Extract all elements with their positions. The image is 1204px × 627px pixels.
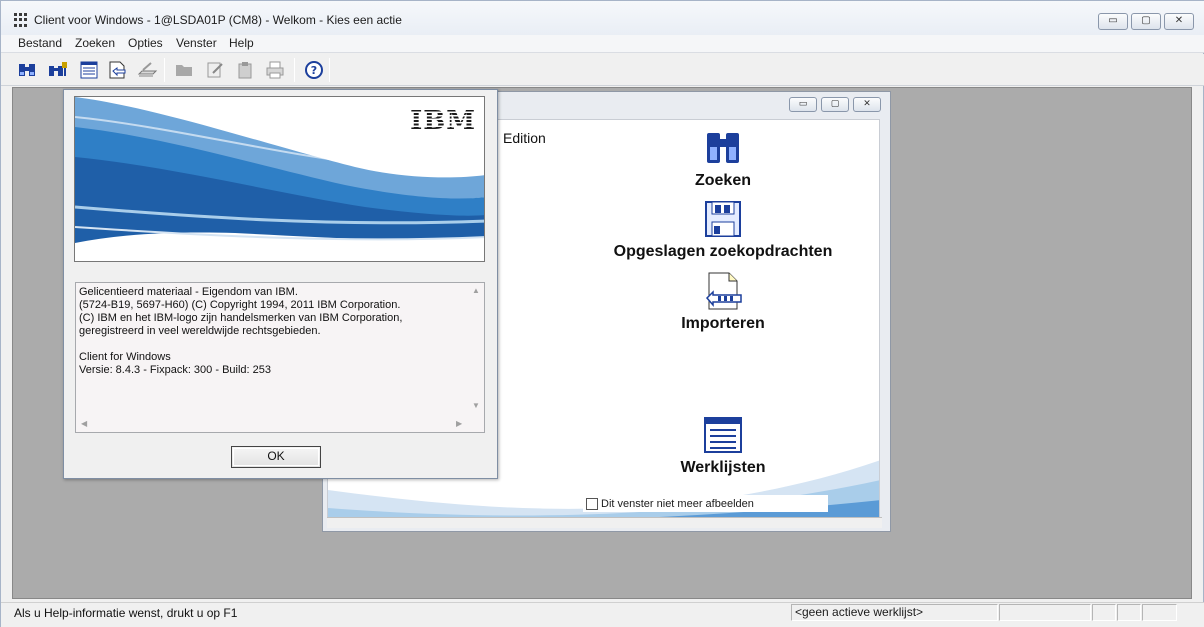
about-line: Gelicentieerd materiaal - Eigendom van I… <box>79 286 298 298</box>
status-bar: Als u Help-informatie wenst, drukt u op … <box>1 602 1204 627</box>
about-line: Versie: 8.4.3 - Fixpack: 300 - Build: 25… <box>79 364 271 376</box>
about-dialog: IBM Gelicentieerd materiaal - Eigendom v… <box>63 89 498 479</box>
dont-show-again-checkbox[interactable] <box>586 497 598 510</box>
menu-bestand[interactable]: Bestand <box>18 36 62 50</box>
welcome-minimize-button[interactable]: ▭ <box>789 97 817 112</box>
dont-show-again-row[interactable]: Dit venster niet meer afbeelden <box>583 495 828 512</box>
action-import-label: Importeren <box>681 315 765 332</box>
import-document-icon <box>663 272 783 313</box>
scan-icon[interactable] <box>136 60 158 80</box>
action-import[interactable]: Importeren <box>663 272 783 333</box>
toolbar-separator <box>294 58 295 82</box>
status-cell <box>1092 604 1116 621</box>
worklist-icon[interactable] <box>78 60 100 80</box>
about-lines: Gelicentieerd materiaal - Eigendom van I… <box>79 286 402 377</box>
status-cell <box>1142 604 1177 621</box>
binoculars-icon[interactable] <box>16 60 38 80</box>
menu-zoeken[interactable]: Zoeken <box>75 36 115 50</box>
help-icon[interactable]: ? <box>303 60 325 80</box>
action-search[interactable]: Zoeken <box>663 129 783 190</box>
scroll-left-icon[interactable]: ◀ <box>81 419 87 428</box>
title-bar: Client voor Windows - 1@LSDA01P (CM8) - … <box>1 1 1204 35</box>
saved-searches-icon <box>583 200 863 241</box>
scroll-up-icon[interactable]: ▲ <box>472 286 480 295</box>
about-line: (C) IBM en het IBM-logo zijn handelsmerk… <box>79 312 403 324</box>
worklist-icon <box>663 416 783 457</box>
about-line: (5724-B19, 5697-H60) (C) Copyright 1994,… <box>79 299 401 311</box>
status-cell <box>1117 604 1141 621</box>
menu-bar: Bestand Zoeken Opties Venster Help <box>1 35 1204 53</box>
minimize-button[interactable]: ▭ <box>1098 13 1128 30</box>
status-cell <box>999 604 1091 621</box>
about-line <box>79 338 402 351</box>
multi-search-icon[interactable] <box>47 60 69 80</box>
welcome-maximize-button[interactable]: ▢ <box>821 97 849 112</box>
action-search-label: Zoeken <box>694 172 751 189</box>
folder-icon[interactable] <box>173 60 195 80</box>
close-button[interactable]: ✕ <box>1164 13 1194 30</box>
ibm-logo: IBM <box>410 106 476 136</box>
clipboard-icon[interactable] <box>234 60 256 80</box>
window-title: Client voor Windows - 1@LSDA01P (CM8) - … <box>34 13 402 27</box>
toolbar: ? <box>1 54 1204 86</box>
action-saved-searches[interactable]: Opgeslagen zoekopdrachten <box>583 200 863 261</box>
scroll-right-icon[interactable]: ▶ <box>456 419 462 428</box>
action-saved-searches-label: Opgeslagen zoekopdrachten <box>613 243 833 260</box>
toolbar-separator <box>329 58 330 82</box>
dont-show-again-label: Dit venster niet meer afbeelden <box>601 497 754 510</box>
welcome-bottom-strip <box>327 517 882 528</box>
import-icon[interactable] <box>107 60 129 80</box>
scroll-down-icon[interactable]: ▼ <box>472 401 480 410</box>
edition-text: Edition <box>503 130 546 146</box>
print-icon[interactable] <box>264 60 286 80</box>
main-window: Client voor Windows - 1@LSDA01P (CM8) - … <box>0 0 1204 627</box>
vertical-scrollbar[interactable]: ▲ ▼ <box>469 283 484 417</box>
horizontal-scrollbar[interactable]: ◀ ▶ <box>76 417 471 432</box>
binoculars-icon <box>663 129 783 170</box>
about-line: Client for Windows <box>79 351 171 363</box>
menu-venster[interactable]: Venster <box>176 36 217 50</box>
status-help-text: Als u Help-informatie wenst, drukt u op … <box>14 606 238 620</box>
toolbar-separator <box>164 58 165 82</box>
menu-opties[interactable]: Opties <box>128 36 163 50</box>
menu-help[interactable]: Help <box>229 36 254 50</box>
status-active-worklist: <geen actieve werklijst> <box>791 604 998 621</box>
edit-icon[interactable] <box>204 60 226 80</box>
about-banner: IBM <box>74 96 485 262</box>
about-line: geregistreerd in veel wereldwijde rechts… <box>79 325 321 337</box>
maximize-button[interactable]: ▢ <box>1131 13 1161 30</box>
app-grid-icon <box>14 13 28 27</box>
svg-text:?: ? <box>311 64 317 77</box>
ok-button[interactable]: OK <box>231 446 321 468</box>
welcome-close-button[interactable]: ✕ <box>853 97 881 112</box>
about-text-box[interactable]: Gelicentieerd materiaal - Eigendom van I… <box>75 282 485 433</box>
